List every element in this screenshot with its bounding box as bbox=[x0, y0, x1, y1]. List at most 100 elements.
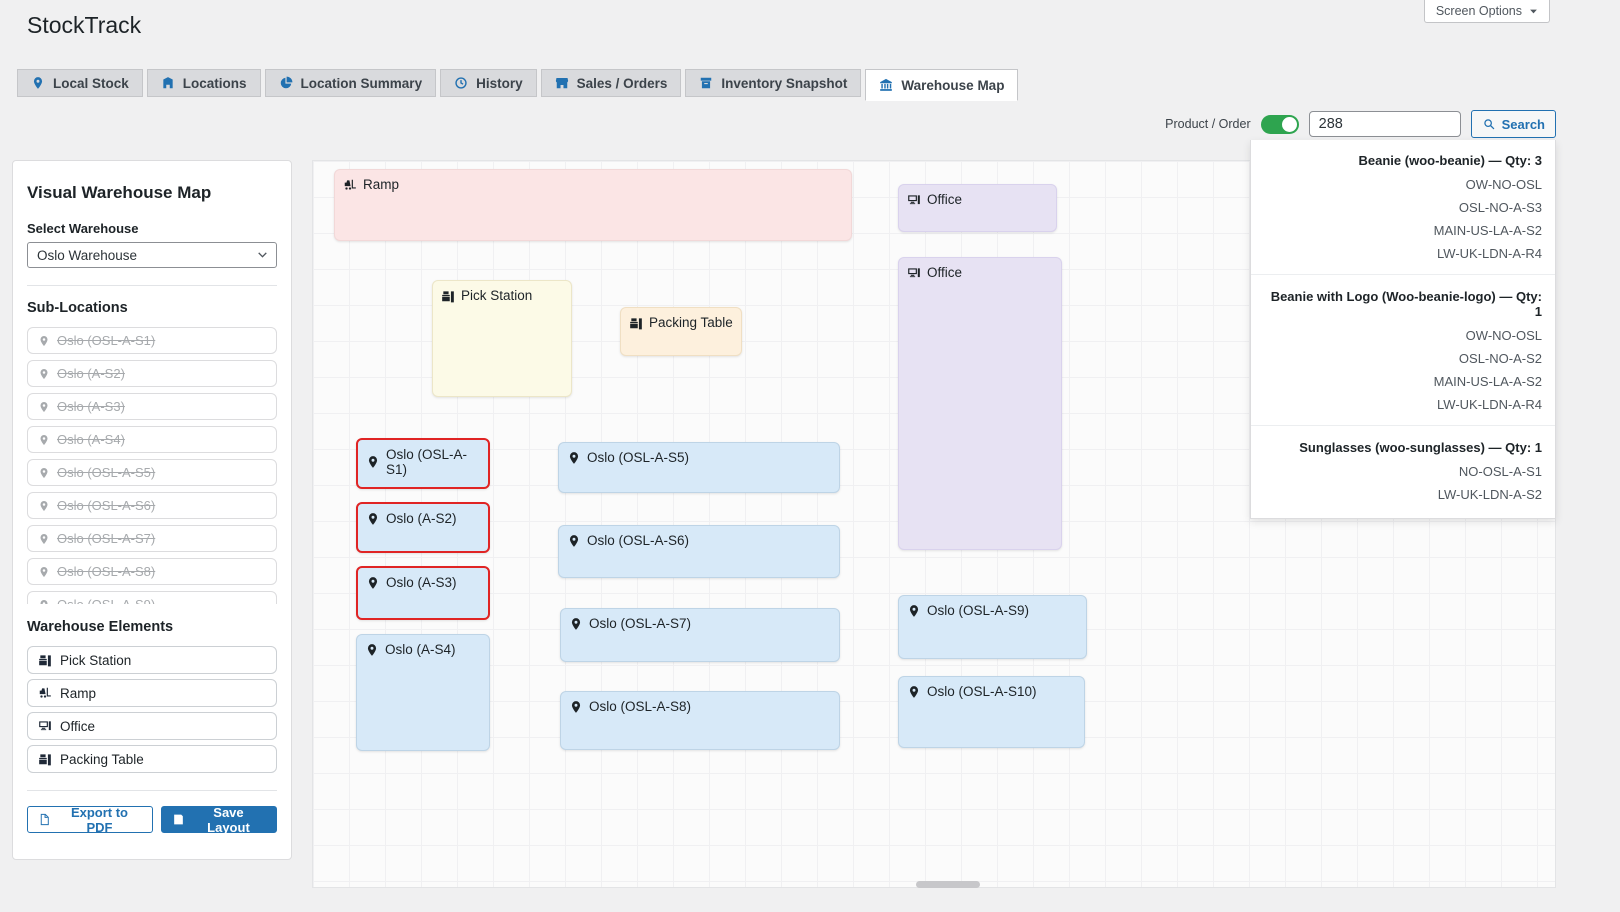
sublocation-item-oslo-osl-a-s7[interactable]: Oslo (OSL-A-S7) bbox=[27, 525, 277, 552]
bank-icon bbox=[879, 78, 893, 92]
map-node-oslo-osl-a-s7[interactable]: Oslo (OSL-A-S7) bbox=[560, 608, 840, 662]
map-node-oslo-osl-a-s8[interactable]: Oslo (OSL-A-S8) bbox=[560, 691, 840, 750]
node-label: Packing Table bbox=[629, 315, 733, 330]
map-node-oslo-a-s4[interactable]: Oslo (A-S4) bbox=[356, 634, 490, 751]
register-icon bbox=[629, 316, 643, 330]
register-icon bbox=[38, 653, 52, 667]
sublocation-item-oslo-osl-a-s9[interactable]: Oslo (OSL-A-S9) bbox=[27, 591, 277, 604]
node-label: Oslo (OSL-A-S5) bbox=[567, 450, 831, 465]
map-node-packing-table[interactable]: Packing Table bbox=[620, 307, 742, 356]
sublocation-item-oslo-a-s2[interactable]: Oslo (A-S2) bbox=[27, 360, 277, 387]
horizontal-scrollbar-thumb[interactable] bbox=[916, 881, 980, 888]
sublocations-title: Sub-Locations bbox=[27, 300, 277, 316]
node-label-text: Oslo (OSL-A-S1) bbox=[386, 447, 480, 477]
result-location-code[interactable]: LW-UK-LDN-A-R4 bbox=[1264, 242, 1542, 265]
result-location-code[interactable]: LW-UK-LDN-A-R4 bbox=[1264, 393, 1542, 416]
map-node-oslo-osl-a-s1[interactable]: Oslo (OSL-A-S1) bbox=[356, 438, 490, 489]
save-layout-button[interactable]: Save Layout bbox=[161, 806, 277, 833]
warehouse-elements-title: Warehouse Elements bbox=[27, 619, 277, 635]
node-label-text: Oslo (OSL-A-S10) bbox=[927, 684, 1037, 699]
history-icon bbox=[454, 76, 468, 90]
map-node-oslo-osl-a-s5[interactable]: Oslo (OSL-A-S5) bbox=[558, 442, 840, 493]
tab-warehouse-map[interactable]: Warehouse Map bbox=[865, 69, 1018, 101]
sublocation-item-oslo-osl-a-s6[interactable]: Oslo (OSL-A-S6) bbox=[27, 492, 277, 519]
result-location-code[interactable]: MAIN-US-LA-A-S2 bbox=[1264, 219, 1542, 242]
search-button[interactable]: Search bbox=[1471, 110, 1556, 138]
pdf-file-icon bbox=[38, 813, 51, 826]
map-node-oslo-a-s3[interactable]: Oslo (A-S3) bbox=[356, 566, 490, 620]
node-label-text: Pick Station bbox=[461, 288, 532, 303]
sublocation-list[interactable]: Oslo (OSL-A-S1) Oslo (A-S2) Oslo (A-S3) Osl… bbox=[27, 327, 277, 604]
result-group-title[interactable]: Beanie with Logo (Woo-beanie-logo) — Qty… bbox=[1264, 284, 1542, 324]
search-results-panel: Beanie (woo-beanie) — Qty: 3OW-NO-OSLOSL… bbox=[1250, 140, 1556, 519]
sublocation-item-oslo-a-s4[interactable]: Oslo (A-S4) bbox=[27, 426, 277, 453]
tab-sales-orders[interactable]: Sales / Orders bbox=[541, 69, 682, 97]
sublocation-item-oslo-osl-a-s1[interactable]: Oslo (OSL-A-S1) bbox=[27, 327, 277, 354]
sublocation-label: Oslo (OSL-A-S1) bbox=[57, 333, 155, 348]
map-node-oslo-osl-a-s6[interactable]: Oslo (OSL-A-S6) bbox=[558, 525, 840, 578]
sidebar-panel: Visual Warehouse Map Select Warehouse Os… bbox=[12, 160, 292, 860]
result-location-code[interactable]: OW-NO-OSL bbox=[1264, 173, 1542, 196]
sublocation-item-oslo-osl-a-s5[interactable]: Oslo (OSL-A-S5) bbox=[27, 459, 277, 486]
result-group-title[interactable]: Beanie (woo-beanie) — Qty: 3 bbox=[1264, 148, 1542, 173]
result-location-code[interactable]: NO-OSL-A-S1 bbox=[1264, 460, 1542, 483]
map-node-oslo-osl-a-s9[interactable]: Oslo (OSL-A-S9) bbox=[898, 595, 1087, 659]
select-warehouse-label: Select Warehouse bbox=[27, 221, 277, 236]
element-item-ramp[interactable]: Ramp bbox=[27, 679, 277, 707]
tab-location-summary[interactable]: Location Summary bbox=[265, 69, 437, 97]
page-title: StockTrack bbox=[27, 12, 141, 39]
element-item-office[interactable]: Office bbox=[27, 712, 277, 740]
desktop-icon bbox=[907, 193, 921, 207]
element-item-pick-station[interactable]: Pick Station bbox=[27, 646, 277, 674]
node-label-text: Oslo (A-S3) bbox=[386, 575, 457, 590]
node-label: Oslo (OSL-A-S1) bbox=[366, 447, 480, 477]
result-location-code[interactable]: MAIN-US-LA-A-S2 bbox=[1264, 370, 1542, 393]
sublocation-label: Oslo (OSL-A-S9) bbox=[57, 597, 155, 604]
tab-locations[interactable]: Locations bbox=[147, 69, 261, 97]
sidebar-divider bbox=[27, 790, 277, 791]
result-location-code[interactable]: OSL-NO-A-S2 bbox=[1264, 347, 1542, 370]
sublocation-item-oslo-osl-a-s8[interactable]: Oslo (OSL-A-S8) bbox=[27, 558, 277, 585]
pin-icon bbox=[907, 685, 921, 699]
tab-label: Inventory Snapshot bbox=[721, 76, 847, 91]
sidebar-actions: Export to PDF Save Layout bbox=[27, 806, 277, 833]
element-item-packing-table[interactable]: Packing Table bbox=[27, 745, 277, 773]
element-palette: Pick Station Ramp Office Packing Table bbox=[27, 646, 277, 773]
map-node-office[interactable]: Office bbox=[898, 184, 1057, 232]
map-node-office[interactable]: Office bbox=[898, 257, 1062, 550]
pin-icon bbox=[38, 401, 50, 413]
map-node-ramp[interactable]: Ramp bbox=[334, 169, 852, 241]
node-label-text: Oslo (OSL-A-S9) bbox=[927, 603, 1029, 618]
sublocation-item-oslo-a-s3[interactable]: Oslo (A-S3) bbox=[27, 393, 277, 420]
map-node-oslo-osl-a-s10[interactable]: Oslo (OSL-A-S10) bbox=[898, 676, 1085, 748]
export-to-pdf-label: Export to PDF bbox=[57, 805, 142, 835]
map-node-oslo-a-s2[interactable]: Oslo (A-S2) bbox=[356, 502, 490, 553]
screen-options-button[interactable]: Screen Options bbox=[1424, 0, 1550, 23]
pin-icon bbox=[366, 576, 380, 590]
product-order-toggle[interactable] bbox=[1261, 115, 1299, 134]
map-node-pick-station[interactable]: Pick Station bbox=[432, 280, 572, 397]
result-location-code[interactable]: OSL-NO-A-S3 bbox=[1264, 196, 1542, 219]
node-label-text: Office bbox=[927, 265, 962, 280]
warehouse-map-page: StockTrack Screen Options Local Stock Loc… bbox=[0, 0, 1620, 912]
result-group-title[interactable]: Sunglasses (woo-sunglasses) — Qty: 1 bbox=[1264, 435, 1542, 460]
tab-label: Sales / Orders bbox=[577, 76, 668, 91]
warehouse-select[interactable]: Oslo Warehouse bbox=[27, 242, 277, 268]
tab-label: Local Stock bbox=[53, 76, 129, 91]
pin-icon bbox=[38, 467, 50, 479]
pie-chart-icon bbox=[279, 76, 293, 90]
search-input[interactable] bbox=[1309, 111, 1461, 137]
pin-icon bbox=[38, 599, 50, 605]
node-label-text: Oslo (OSL-A-S5) bbox=[587, 450, 689, 465]
result-location-code[interactable]: LW-UK-LDN-A-S2 bbox=[1264, 483, 1542, 506]
store-icon bbox=[555, 76, 569, 90]
tab-history[interactable]: History bbox=[440, 69, 537, 97]
node-label-text: Office bbox=[927, 192, 962, 207]
sublocation-label: Oslo (A-S3) bbox=[57, 399, 125, 414]
pin-icon bbox=[569, 617, 583, 631]
result-location-code[interactable]: OW-NO-OSL bbox=[1264, 324, 1542, 347]
tab-local-stock[interactable]: Local Stock bbox=[17, 69, 143, 97]
tab-inventory-snapshot[interactable]: Inventory Snapshot bbox=[685, 69, 861, 97]
search-button-label: Search bbox=[1502, 117, 1545, 132]
export-to-pdf-button[interactable]: Export to PDF bbox=[27, 806, 153, 833]
